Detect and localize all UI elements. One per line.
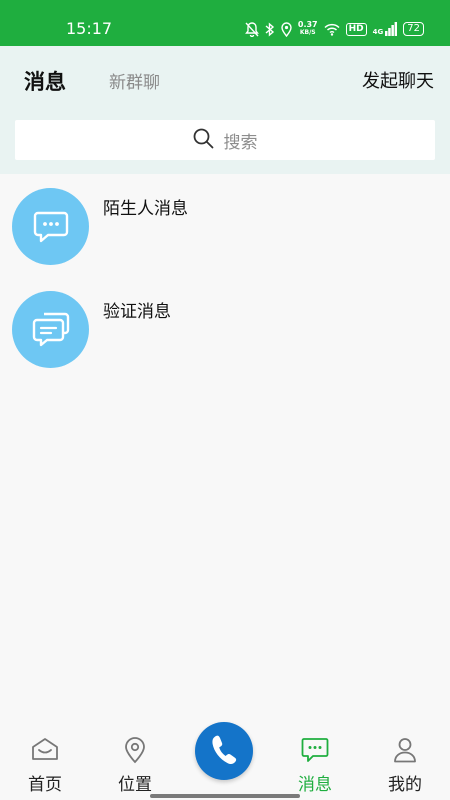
- phone-icon: [210, 734, 238, 768]
- tab-new-group-chat[interactable]: 新群聊: [109, 68, 160, 93]
- nav-messages[interactable]: 消息: [270, 720, 360, 800]
- location-pin-icon: [124, 737, 146, 768]
- wifi-icon: [324, 23, 340, 36]
- user-icon: [393, 737, 417, 767]
- speed-value: 0.37: [297, 20, 318, 29]
- list-item-stranger-messages[interactable]: 陌生人消息: [0, 174, 450, 277]
- search-placeholder: 搜索: [223, 132, 258, 153]
- bluetooth-icon: [265, 21, 275, 37]
- start-chat-button[interactable]: 发起聊天: [362, 67, 434, 93]
- nav-me[interactable]: 我的: [360, 720, 450, 800]
- call-button[interactable]: [195, 722, 253, 780]
- status-bar: 15:17 0.37 KB/S HD 4G 72: [0, 0, 450, 46]
- chat-bubble-icon: [12, 188, 89, 265]
- message-icon: [301, 737, 329, 767]
- nav-messages-label: 消息: [298, 775, 332, 795]
- mute-bell-icon: [244, 21, 259, 37]
- status-time: 15:17: [66, 19, 113, 38]
- location-icon: [281, 21, 292, 37]
- double-chat-bubble-icon: [12, 291, 89, 368]
- search-bar[interactable]: 搜索: [15, 120, 435, 160]
- battery-indicator: 72: [403, 22, 424, 36]
- nav-home[interactable]: 首页: [0, 720, 90, 800]
- status-icons: 0.37 KB/S HD 4G 72: [244, 20, 424, 38]
- nav-me-label: 我的: [388, 775, 422, 795]
- home-indicator[interactable]: [150, 794, 300, 798]
- signal-label: 4G: [372, 28, 384, 36]
- tab-messages[interactable]: 消息: [24, 66, 66, 96]
- hd-badge: HD: [345, 22, 367, 36]
- bottom-nav: 首页 位置 消息 我的: [0, 720, 450, 800]
- list-item-verification-messages[interactable]: 验证消息: [0, 277, 450, 380]
- nav-location-label: 位置: [118, 775, 152, 795]
- speed-unit: KB/S: [299, 29, 316, 36]
- network-speed: 0.37 KB/S: [298, 21, 318, 37]
- nav-location[interactable]: 位置: [90, 720, 180, 800]
- signal-icon: 4G: [373, 22, 398, 36]
- list-item-title: 陌生人消息: [103, 199, 188, 219]
- header: 消息 新群聊 发起聊天 搜索: [0, 46, 450, 174]
- list-item-title: 验证消息: [103, 302, 171, 322]
- message-list: 陌生人消息 验证消息: [0, 174, 450, 380]
- nav-home-label: 首页: [28, 775, 62, 795]
- home-icon: [31, 737, 59, 765]
- search-icon: [193, 128, 214, 153]
